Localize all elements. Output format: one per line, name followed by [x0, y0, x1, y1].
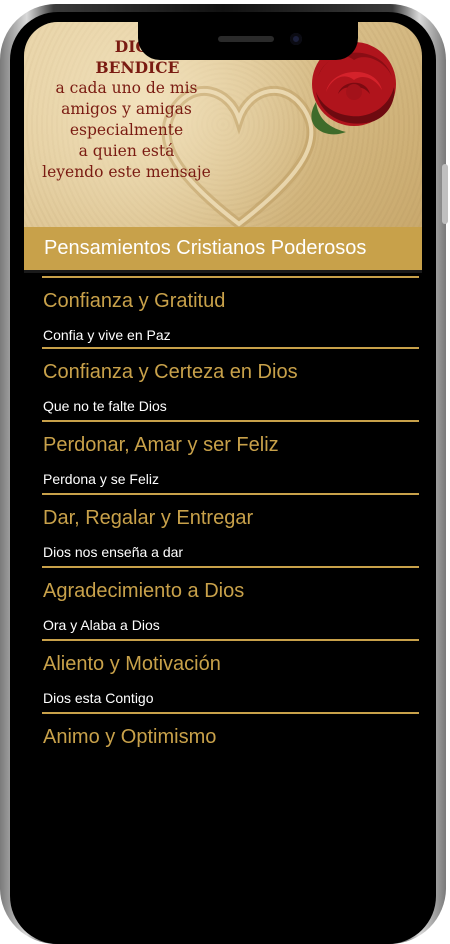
list-item-title: Perdonar, Amar y ser Feliz [43, 434, 279, 456]
banner-line: a quien está [78, 142, 175, 160]
list-item[interactable]: Confianza y Certeza en Dios Que no te fa… [42, 349, 419, 422]
banner-line: a cada uno de mis [55, 79, 198, 97]
banner-line: leyendo este mensaje [42, 163, 211, 181]
banner-line: amigos y amigas [61, 100, 192, 118]
speaker-grille [218, 36, 274, 42]
list-item-subtitle: Perdona y se Feliz [43, 471, 159, 487]
banner-line: especialmente [69, 121, 184, 139]
side-button [442, 164, 448, 224]
list-item-title: Confianza y Gratitud [43, 290, 226, 312]
list-item-subtitle: Dios esta Contigo [43, 690, 154, 706]
list-item[interactable]: Agradecimiento a Dios Ora y Alaba a Dios [42, 568, 419, 641]
list-item-title: Aliento y Motivación [43, 653, 221, 675]
banner-line: BENDICE [95, 58, 180, 77]
list-item[interactable]: Confianza y Gratitud Confia y vive en Pa… [42, 276, 419, 349]
app-title-bar: Pensamientos Cristianos Poderosos [24, 227, 422, 273]
list-item-title: Animo y Optimismo [43, 726, 217, 748]
list-item-title: Dar, Regalar y Entregar [43, 507, 254, 529]
list-item[interactable]: Aliento y Motivación Dios esta Contigo [42, 641, 419, 714]
list-item[interactable]: Perdonar, Amar y ser Feliz Perdona y se … [42, 422, 419, 495]
list-item-subtitle: Confia y vive en Paz [43, 327, 171, 343]
app-screen: DIOS BENDICE a cada uno de mis amigos y … [24, 22, 422, 900]
camera-icon [290, 33, 302, 45]
list-item-title: Confianza y Certeza en Dios [43, 361, 298, 383]
list-item[interactable]: Animo y Optimismo [42, 714, 419, 787]
list-item-subtitle: Dios nos enseña a dar [43, 544, 184, 560]
app-title: Pensamientos Cristianos Poderosos [44, 237, 367, 259]
topics-list: Confianza y Gratitud Confia y vive en Pa… [42, 276, 419, 787]
notch [138, 22, 358, 60]
list-item[interactable]: Dar, Regalar y Entregar Dios nos enseña … [42, 495, 419, 568]
list-item-title: Agradecimiento a Dios [43, 580, 245, 602]
list-item-subtitle: Que no te falte Dios [43, 398, 167, 414]
list-item-subtitle: Ora y Alaba a Dios [43, 617, 160, 633]
